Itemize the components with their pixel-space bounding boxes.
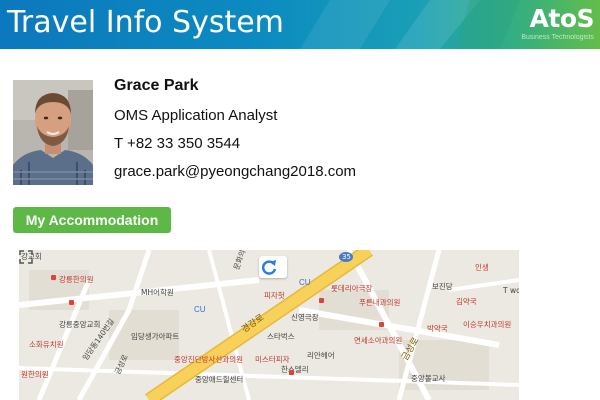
map-marker xyxy=(69,300,74,305)
accommodation-map[interactable]: 강교회 강릉한의원 MH어학원 강릉중앙교회 소화유치원 원한의원 임당동140… xyxy=(19,250,519,400)
map-label: 롯데리아극장 xyxy=(331,284,373,293)
logo-tagline: Business Technologists xyxy=(521,34,594,41)
map-marker xyxy=(319,298,324,303)
map-marker xyxy=(289,370,294,375)
map-refresh-button[interactable] xyxy=(259,256,287,278)
map-label: 중앙볼교사 xyxy=(411,374,446,383)
map-label: CU xyxy=(299,278,311,287)
map-label: 김약국 xyxy=(456,297,477,306)
profile-phone[interactable]: T +82 33 350 3544 xyxy=(114,135,240,152)
map-label: 이승우치과의원 xyxy=(463,320,512,329)
map-label: 신영극장 xyxy=(291,313,319,322)
map-label: 스타벅스 xyxy=(267,332,295,341)
logo-word: AtoS xyxy=(529,4,595,33)
map-label: 리안헤어 xyxy=(307,351,335,360)
map-label: 강교회 xyxy=(21,252,42,261)
my-accommodation-button[interactable]: My Accommodation xyxy=(13,207,171,233)
profile-name: Grace Park xyxy=(114,77,199,94)
profile-email[interactable]: grace.park@pyeongchang2018.com xyxy=(114,163,356,180)
map-label: 미스터피자 xyxy=(255,355,290,364)
refresh-icon xyxy=(261,260,277,275)
app-header: Travel Info System AtoS Business Technol… xyxy=(0,0,600,49)
map-label: 중앙진단방사선과의원 xyxy=(174,355,243,364)
map-label: 임당생가아파트 xyxy=(131,332,180,341)
map-label: 박약국 xyxy=(427,324,448,333)
map-label: 강릉한의원 xyxy=(59,275,94,284)
map-label: 연세소아과의원 xyxy=(354,336,403,345)
map-label: 한스델리 xyxy=(281,365,309,374)
map-marker xyxy=(379,322,384,327)
map-label: 소화유치원 xyxy=(29,340,64,349)
map-label: MH어학원 xyxy=(141,288,174,297)
map-label: 중앙애드힐센터 xyxy=(195,375,244,384)
map-label: 35 xyxy=(342,253,351,261)
profile-photo xyxy=(13,80,93,185)
atos-logo: AtoS Business Technologists xyxy=(508,4,594,46)
map-label: 피자헛 xyxy=(264,291,285,300)
map-label: 원한의원 xyxy=(21,370,49,379)
map-marker xyxy=(51,275,56,280)
profile-role: OMS Application Analyst xyxy=(114,107,278,124)
app-title: Travel Info System xyxy=(7,5,284,40)
map-label: 푸른내과의원 xyxy=(359,298,401,307)
map-label: 강릉중앙교회 xyxy=(59,320,101,329)
map-label: CU xyxy=(194,305,206,314)
map-label: 보진당 xyxy=(432,282,453,291)
map-label: 인생 xyxy=(475,263,489,272)
map-label: T wo xyxy=(503,286,519,295)
